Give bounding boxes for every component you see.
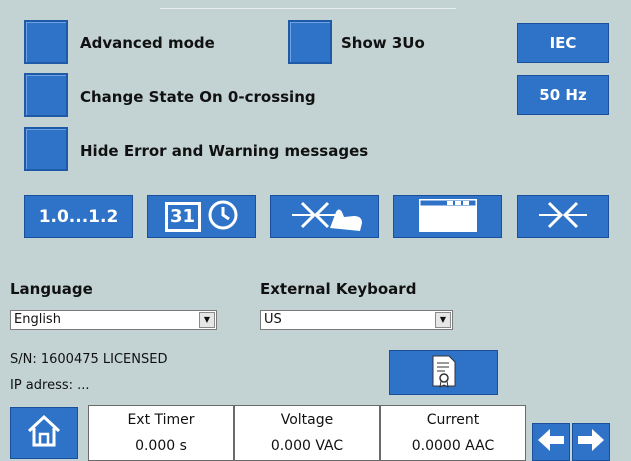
chevron-down-icon[interactable]: ▼ <box>435 312 451 328</box>
breaker-icon <box>533 198 593 236</box>
ratio-button[interactable]: 1.0...1.2 <box>24 195 133 238</box>
voltage-label: Voltage <box>280 412 334 428</box>
top-divider <box>160 8 456 9</box>
ext-timer-panel: Ext Timer 0.000 s <box>88 405 234 461</box>
breaker-touch-icon <box>282 198 368 236</box>
keyboard-select[interactable]: US ▼ <box>260 310 453 330</box>
change-state-label: Change State On 0-crossing <box>80 88 316 106</box>
chevron-down-icon[interactable]: ▼ <box>199 312 215 328</box>
voltage-panel: Voltage 0.000 VAC <box>234 405 380 461</box>
ratio-label: 1.0...1.2 <box>38 206 119 227</box>
certificate-icon <box>431 354 457 392</box>
change-state-checkbox[interactable] <box>24 73 68 117</box>
hide-messages-label: Hide Error and Warning messages <box>80 142 369 160</box>
ext-timer-label: Ext Timer <box>127 412 195 428</box>
voltage-value: 0.000 VAC <box>270 438 344 454</box>
arrow-right-icon <box>576 427 606 457</box>
date-time-button[interactable]: 31 <box>147 195 256 238</box>
current-panel: Current 0.0000 AAC <box>380 405 526 461</box>
language-label: Language <box>10 280 93 298</box>
language-value: English <box>14 312 61 327</box>
home-area <box>0 405 88 461</box>
license-button[interactable] <box>389 350 498 395</box>
ip-address: IP adress: ... <box>10 378 90 393</box>
language-select[interactable]: English ▼ <box>10 310 217 330</box>
home-button[interactable] <box>10 407 78 459</box>
keyboard-value: US <box>264 312 282 327</box>
home-icon <box>26 414 62 452</box>
advanced-mode-label: Advanced mode <box>80 34 215 52</box>
advanced-mode-checkbox[interactable] <box>24 20 68 64</box>
calendar-icon: 31 <box>164 201 201 232</box>
serial-number: S/N: 1600475 LICENSED <box>10 352 168 367</box>
standard-iec-button[interactable]: IEC <box>517 23 609 63</box>
window-button[interactable] <box>393 195 502 238</box>
breaker-button[interactable] <box>517 195 609 238</box>
status-bar: Ext Timer 0.000 s Voltage 0.000 VAC Curr… <box>0 405 631 461</box>
show-3uo-checkbox[interactable] <box>288 20 332 64</box>
breaker-touch-button[interactable] <box>270 195 379 238</box>
current-value: 0.0000 AAC <box>411 438 495 454</box>
hide-messages-checkbox[interactable] <box>24 127 68 171</box>
show-3uo-label: Show 3Uo <box>341 34 425 52</box>
keyboard-label: External Keyboard <box>260 280 417 298</box>
arrow-left-icon <box>536 427 566 457</box>
frequency-button[interactable]: 50 Hz <box>517 75 609 115</box>
window-icon <box>417 197 479 237</box>
current-label: Current <box>426 412 480 428</box>
next-button[interactable] <box>572 423 610 461</box>
clock-icon <box>207 199 239 235</box>
previous-button[interactable] <box>532 423 570 461</box>
ext-timer-value: 0.000 s <box>135 438 187 454</box>
